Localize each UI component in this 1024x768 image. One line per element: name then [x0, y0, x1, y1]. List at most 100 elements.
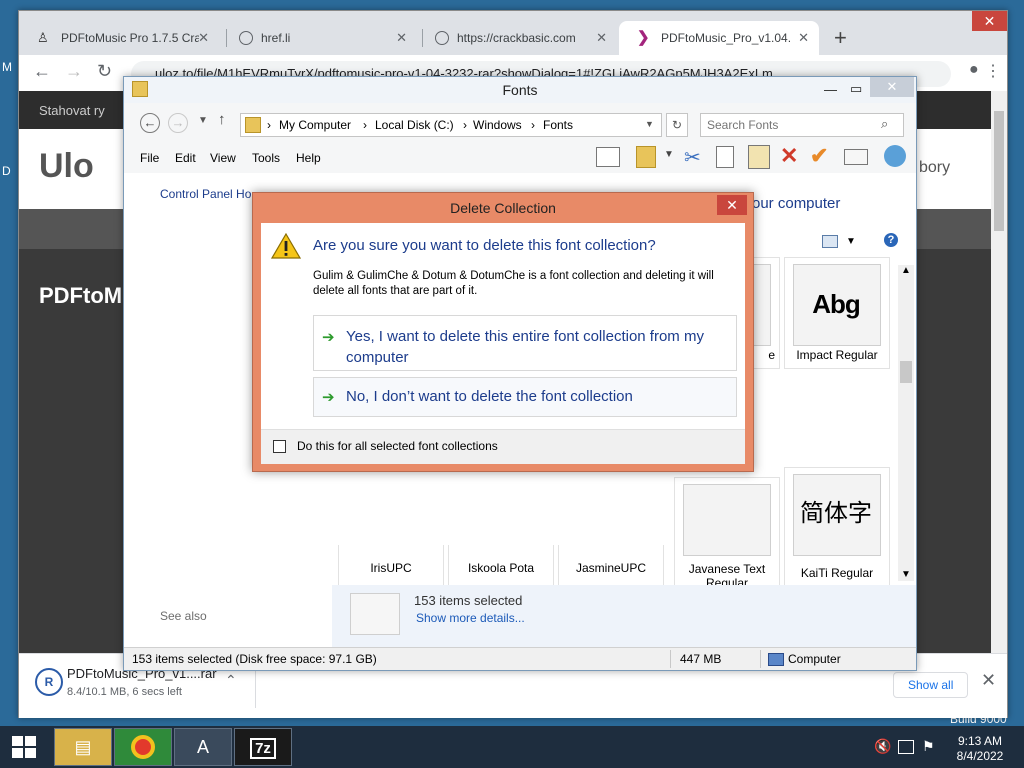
- menu-file[interactable]: File: [140, 151, 159, 165]
- site-logo[interactable]: Ulo: [39, 147, 94, 186]
- delete-x-icon[interactable]: ✕: [780, 143, 798, 169]
- chrome-taskbar-icon[interactable]: [114, 728, 172, 766]
- menu-dots-icon[interactable]: ⋮: [985, 61, 1001, 81]
- cut-icon[interactable]: ✂: [684, 145, 701, 170]
- font-file-icon: [683, 484, 771, 556]
- yes-delete-option[interactable]: ➔ Yes, I want to delete this entire font…: [313, 315, 737, 371]
- taskbar-clock[interactable]: 9:13 AM 8/4/2022: [950, 734, 1010, 764]
- warning-icon: [271, 233, 301, 259]
- 7zip-taskbar-icon[interactable]: 7z: [234, 728, 292, 766]
- up-arrow-icon[interactable]: ↑: [218, 111, 226, 128]
- forward-arrow-icon[interactable]: →: [168, 113, 188, 133]
- fonts-header-text: our computer: [752, 195, 841, 212]
- checkmark-icon[interactable]: ✔: [810, 143, 828, 169]
- volume-muted-icon[interactable]: 🔇: [874, 738, 891, 755]
- tab-title: https://crackbasic.com: [457, 31, 576, 45]
- help-icon[interactable]: ?: [884, 233, 898, 247]
- scroll-up-icon[interactable]: ▲: [901, 265, 911, 276]
- refresh-icon[interactable]: ↻: [666, 113, 688, 137]
- preview-pane-icon[interactable]: [596, 147, 620, 167]
- globe-icon[interactable]: [884, 145, 906, 167]
- chevron-down-icon[interactable]: ▼: [645, 119, 654, 129]
- clock-date: 8/4/2022: [956, 749, 1004, 763]
- search-icon[interactable]: ⌕: [881, 116, 888, 132]
- browser-tab[interactable]: ♙ PDFtoMusic Pro 1.7.5 Crac ✕: [19, 21, 219, 55]
- menu-tools[interactable]: Tools: [252, 151, 280, 165]
- control-panel-home-link[interactable]: Control Panel Ho: [160, 187, 251, 201]
- forward-arrow-icon[interactable]: →: [65, 61, 83, 82]
- font-tile[interactable]: JasmineUPC: [558, 545, 664, 586]
- explorer-close-button[interactable]: ✕: [870, 77, 914, 97]
- view-icon[interactable]: [822, 235, 838, 248]
- browser-tab-active[interactable]: ❯ PDFtoMusic_Pro_v1.04.32 ✕: [619, 21, 819, 55]
- font-tile[interactable]: Javanese Text Regular: [674, 477, 780, 599]
- font-tile-impact[interactable]: Abg Impact Regular: [784, 257, 890, 369]
- network-icon[interactable]: [898, 740, 914, 754]
- scroll-down-icon[interactable]: ▼: [901, 569, 911, 580]
- window-close-button[interactable]: ✕: [972, 11, 1007, 31]
- page-scrollbar-thumb[interactable]: [994, 111, 1004, 231]
- folder-icon: [132, 81, 148, 97]
- globe-icon: [435, 31, 449, 45]
- search-box[interactable]: ⌕: [700, 113, 904, 137]
- reload-icon[interactable]: ↻: [97, 61, 112, 82]
- apply-all-checkbox[interactable]: [273, 440, 286, 453]
- tab-strip: ♙ PDFtoMusic Pro 1.7.5 Crac ✕ href.li ✕ …: [19, 11, 1007, 55]
- chevron-down-icon[interactable]: ▼: [846, 236, 856, 247]
- windows-start-icon[interactable]: [12, 736, 36, 758]
- browser-tab[interactable]: href.li ✕: [221, 21, 417, 55]
- maximize-icon[interactable]: ▭: [850, 76, 862, 102]
- selection-count: 153 items selected: [414, 593, 523, 608]
- breadcrumb[interactable]: › My Computer › Local Disk (C:) › Window…: [240, 113, 662, 137]
- no-delete-option[interactable]: ➔ No, I don’t want to delete the font co…: [313, 377, 737, 417]
- close-tab-icon[interactable]: ✕: [198, 30, 209, 46]
- close-tab-icon[interactable]: ✕: [596, 30, 607, 46]
- copy-icon[interactable]: [716, 146, 734, 168]
- chevron-down-icon[interactable]: ▼: [664, 149, 674, 160]
- download-progress: 8.4/10.1 MB, 6 secs left: [67, 686, 182, 698]
- site-header-link[interactable]: bory: [919, 159, 950, 177]
- app-a-taskbar-icon[interactable]: A: [174, 728, 232, 766]
- breadcrumb-item[interactable]: Local Disk (C:): [375, 118, 454, 132]
- paste-icon[interactable]: [748, 145, 770, 169]
- close-tab-icon[interactable]: ✕: [798, 30, 809, 46]
- flag-icon[interactable]: ⚑: [922, 738, 935, 755]
- delete-collection-dialog: Delete Collection ✕ Are you sure you wan…: [252, 192, 754, 472]
- site-top-link[interactable]: Stahovat ry: [39, 103, 105, 118]
- font-label: IrisUPC: [370, 561, 412, 575]
- file-explorer-taskbar-icon[interactable]: ▤: [54, 728, 112, 766]
- browser-tab[interactable]: https://crackbasic.com ✕: [417, 21, 617, 55]
- show-all-button[interactable]: Show all: [893, 672, 969, 698]
- breadcrumb-item[interactable]: Fonts: [543, 118, 573, 132]
- properties-icon[interactable]: [844, 149, 868, 165]
- close-tab-icon[interactable]: ✕: [396, 30, 407, 46]
- font-tile[interactable]: Iskoola Pota: [448, 545, 554, 586]
- folder-options-icon[interactable]: [636, 146, 656, 168]
- back-arrow-icon[interactable]: ←: [33, 61, 51, 82]
- breadcrumb-item[interactable]: Windows: [473, 118, 522, 132]
- chevron-down-icon[interactable]: ▼: [198, 115, 208, 126]
- menu-view[interactable]: View: [210, 151, 236, 165]
- search-input[interactable]: [705, 116, 879, 134]
- apply-all-label: Do this for all selected font collection…: [297, 439, 498, 453]
- close-download-bar-icon[interactable]: ✕: [981, 670, 996, 691]
- dialog-footer: Do this for all selected font collection…: [261, 429, 745, 464]
- minimize-icon[interactable]: —: [824, 77, 837, 103]
- scrollbar-thumb[interactable]: [900, 361, 912, 383]
- profile-icon[interactable]: ●: [969, 61, 979, 79]
- status-divider: [670, 650, 671, 668]
- show-more-details-link[interactable]: Show more details...: [416, 611, 525, 625]
- status-divider: [760, 650, 761, 668]
- chevron-up-icon[interactable]: ⌃: [225, 672, 237, 689]
- breadcrumb-item[interactable]: My Computer: [279, 118, 351, 132]
- new-tab-icon[interactable]: +: [834, 25, 847, 51]
- font-tile[interactable]: 简体字 KaiTi Regular: [784, 467, 890, 587]
- font-grid-scrollbar[interactable]: ▲ ▼: [898, 265, 914, 581]
- font-tile[interactable]: IrisUPC: [338, 545, 444, 586]
- dialog-close-button[interactable]: ✕: [717, 195, 747, 215]
- menu-edit[interactable]: Edit: [175, 151, 196, 165]
- person-icon: ♙: [37, 30, 49, 45]
- menu-help[interactable]: Help: [296, 151, 321, 165]
- desktop-edge-text: D: [2, 164, 11, 178]
- back-arrow-icon[interactable]: ←: [140, 113, 160, 133]
